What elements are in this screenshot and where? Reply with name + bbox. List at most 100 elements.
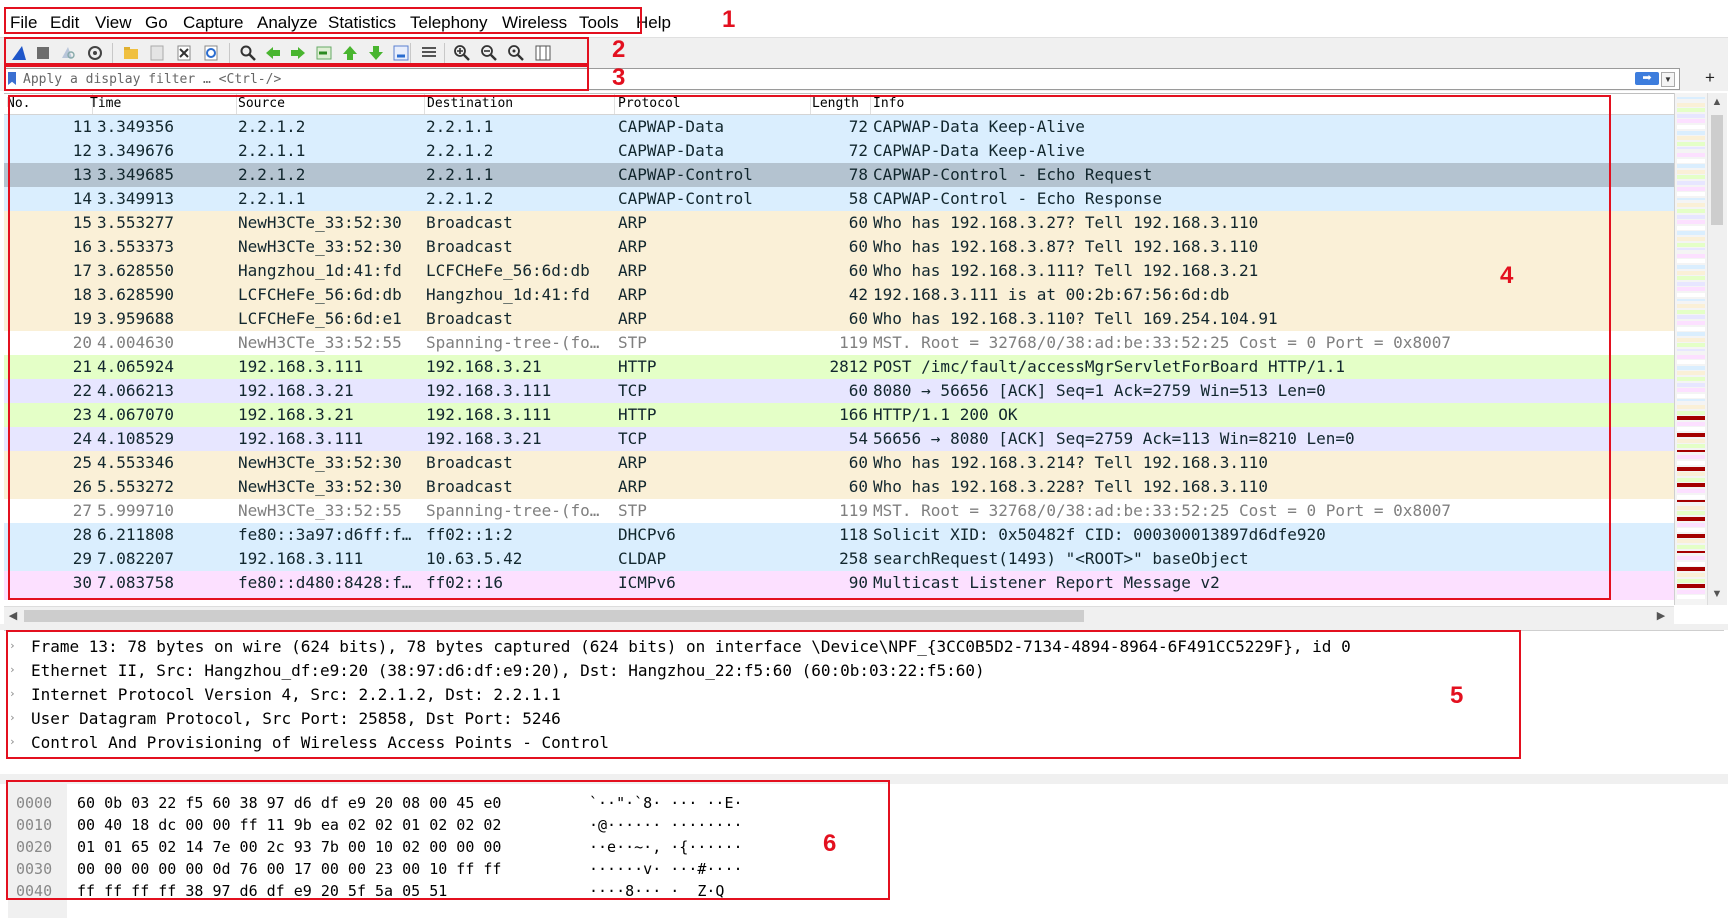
packet-minimap-scrollbar[interactable] <box>1674 93 1707 605</box>
packet-list-vertical-scrollbar[interactable]: ▲ ▼ <box>1707 93 1727 605</box>
table-row[interactable]: 14 3.349913 2.2.1.1 2.2.1.2 CAPWAP-Control 58… <box>4 187 1674 211</box>
table-row[interactable]: 18 3.628590 LCFCHeFe_56:6d:db Hangzhou_1d:4… <box>4 283 1674 307</box>
table-row[interactable]: 28 6.211808 fe80::3a97:d6ff:f… ff02::1:2 DHC… <box>4 523 1674 547</box>
detail-tree-item[interactable]: › User Datagram Protocol, Src Port: 25858… <box>4 707 1704 731</box>
packet-list-horizontal-scrollbar[interactable]: ◀ ▶ <box>4 606 1674 625</box>
table-row[interactable]: 30 7.083758 fe80::d480:8428:f… ff02::16 ICMP… <box>4 571 1674 595</box>
table-row[interactable]: 26 5.553272 NewH3CTe_33:52:30 Broadcast ARP 6… <box>4 475 1674 499</box>
menu-statistics[interactable]: Statistics <box>328 13 396 33</box>
column-header-info[interactable]: Info <box>873 96 904 111</box>
zoom-out-icon[interactable] <box>478 42 500 64</box>
hex-row[interactable]: 0040 ff ff ff ff 38 97 d6 df e9 20 5f 5a … <box>8 880 908 902</box>
open-folder-icon[interactable] <box>120 42 142 64</box>
vertical-scroll-thumb[interactable] <box>1711 115 1723 225</box>
table-row[interactable]: 11 3.349356 2.2.1.2 2.2.1.1 CAPWAP-Data 72 CAP… <box>4 115 1674 139</box>
column-header-protocol[interactable]: Protocol <box>618 96 681 111</box>
autoscroll-icon[interactable] <box>390 42 412 64</box>
hex-row[interactable]: 0010 00 40 18 dc 00 00 ff 11 9b ea 02 02 … <box>8 814 908 836</box>
column-header-destination[interactable]: Destination <box>427 96 513 111</box>
go-to-packet-icon[interactable] <box>313 42 335 64</box>
first-packet-icon[interactable] <box>339 42 361 64</box>
expand-arrow-icon[interactable]: › <box>9 712 17 724</box>
hex-row[interactable]: 0030 00 00 00 00 00 0d 76 00 17 00 00 23 … <box>8 858 908 880</box>
resize-columns-icon[interactable] <box>532 42 554 64</box>
scroll-left-icon[interactable]: ◀ <box>6 609 20 623</box>
restart-icon[interactable] <box>57 42 79 64</box>
apply-filter-arrow-icon[interactable]: ➡ <box>1635 72 1659 85</box>
pane-splitter[interactable] <box>0 774 1728 784</box>
filter-history-dropdown-icon[interactable]: ▼ <box>1661 72 1675 87</box>
menu-tools[interactable]: Tools <box>579 13 619 33</box>
packet-cell-src: Hangzhou_1d:41:fd <box>238 261 402 280</box>
bookmark-icon[interactable] <box>8 72 16 85</box>
table-row[interactable]: 29 7.082207 192.168.3.111 10.63.5.42 CLDAP 25… <box>4 547 1674 571</box>
minimap-stripe <box>1677 276 1705 281</box>
expand-arrow-icon[interactable]: › <box>9 640 17 652</box>
packet-cell-proto: ARP <box>618 237 647 256</box>
column-header-length[interactable]: Length <box>812 96 859 111</box>
column-header-time[interactable]: Time <box>90 96 121 111</box>
expand-arrow-icon[interactable]: › <box>9 688 17 700</box>
table-row[interactable]: 22 4.066213 192.168.3.21 192.168.3.111 TCP 60… <box>4 379 1674 403</box>
add-filter-button[interactable]: + <box>1700 67 1720 91</box>
table-row[interactable]: 21 4.065924 192.168.3.111 192.168.3.21 HTTP 2… <box>4 355 1674 379</box>
column-header-source[interactable]: Source <box>238 96 285 111</box>
packet-cell-time: 5.553272 <box>97 477 175 496</box>
detail-tree-item[interactable]: › Internet Protocol Version 4, Src: 2.2.1… <box>4 683 1704 707</box>
table-row[interactable]: 16 3.553373 NewH3CTe_33:52:30 Broadcast ARP 6… <box>4 235 1674 259</box>
table-row[interactable]: 17 3.628550 Hangzhou_1d:41:fd LCFCHeFe_56:6… <box>4 259 1674 283</box>
minimap-stripe <box>1677 158 1705 163</box>
table-row[interactable]: 20 4.004630 NewH3CTe_33:52:55 Spanning-tree… <box>4 331 1674 355</box>
menu-analyze[interactable]: Analyze <box>257 13 317 33</box>
go-back-icon[interactable] <box>262 42 284 64</box>
menu-go[interactable]: Go <box>145 13 168 33</box>
menu-file[interactable]: File <box>10 13 37 33</box>
horizontal-scroll-thumb[interactable] <box>24 610 1084 622</box>
packet-cell-len: 60 <box>848 309 868 328</box>
column-header-no[interactable]: No. <box>7 96 30 111</box>
save-file-icon[interactable] <box>146 42 168 64</box>
table-row[interactable]: 24 4.108529 192.168.3.111 192.168.3.21 TCP 54… <box>4 427 1674 451</box>
hex-row[interactable]: 0020 01 01 65 02 14 7e 00 2c 93 7b 00 10 … <box>8 836 908 858</box>
menu-wireless[interactable]: Wireless <box>502 13 567 33</box>
detail-tree-item[interactable]: › Control And Provisioning of Wireless Ac… <box>4 731 1704 755</box>
last-packet-icon[interactable] <box>365 42 387 64</box>
table-row[interactable]: 12 3.349676 2.2.1.1 2.2.1.2 CAPWAP-Data 72 CAP… <box>4 139 1674 163</box>
table-row[interactable]: 27 5.999710 NewH3CTe_33:52:55 Spanning-tree… <box>4 499 1674 523</box>
close-file-icon[interactable] <box>173 42 195 64</box>
table-row[interactable]: 31 7.083930192.168.3.111224.0.0.22 ICMPv35… <box>4 595 1674 600</box>
table-row[interactable]: 15 3.553277 NewH3CTe_33:52:30 Broadcast ARP 6… <box>4 211 1674 235</box>
table-row[interactable]: 23 4.067070 192.168.3.21 192.168.3.111 HTTP 1… <box>4 403 1674 427</box>
menu-capture[interactable]: Capture <box>183 13 243 33</box>
detail-tree-item[interactable]: › Frame 13: 78 bytes on wire (624 bits), … <box>4 635 1704 659</box>
packet-cell-time: 4.553346 <box>97 453 175 472</box>
stop-icon[interactable] <box>32 42 54 64</box>
column-divider <box>614 94 615 114</box>
scroll-up-icon[interactable]: ▲ <box>1711 95 1723 109</box>
go-forward-icon[interactable] <box>287 42 309 64</box>
table-row[interactable]: 25 4.553346 NewH3CTe_33:52:30 Broadcast ARP 6… <box>4 451 1674 475</box>
table-row[interactable]: 13 3.349685 2.2.1.2 2.2.1.1 CAPWAP-Control 78… <box>4 163 1674 187</box>
packet-cell-info: Who has 192.168.3.110? Tell 169.254.104.… <box>873 309 1278 328</box>
packet-cell-src: 192.168.3.111 <box>238 357 364 376</box>
gear-options-icon[interactable] <box>84 42 106 64</box>
expand-arrow-icon[interactable]: › <box>9 736 17 748</box>
scroll-right-icon[interactable]: ▶ <box>1654 609 1668 623</box>
zoom-in-icon[interactable] <box>451 42 473 64</box>
menu-view[interactable]: View <box>95 13 132 33</box>
shark-fin-start-icon[interactable] <box>8 42 30 64</box>
menu-telephony[interactable]: Telephony <box>410 13 488 33</box>
reload-icon[interactable] <box>200 42 222 64</box>
menu-help[interactable]: Help <box>636 13 671 33</box>
menu-edit[interactable]: Edit <box>50 13 79 33</box>
detail-tree-item[interactable]: › Ethernet II, Src: Hangzhou_df:e9:20 (38… <box>4 659 1704 683</box>
scroll-down-icon[interactable]: ▼ <box>1711 587 1723 601</box>
hex-row[interactable]: 0000 60 0b 03 22 f5 60 38 97 d6 df e9 20 … <box>8 792 908 814</box>
expand-arrow-icon[interactable]: › <box>9 664 17 676</box>
zoom-normal-icon[interactable] <box>505 42 527 64</box>
table-row[interactable]: 19 3.959688 LCFCHeFe_56:6d:e1 Broadcast ARP 6… <box>4 307 1674 331</box>
display-filter-input[interactable] <box>23 69 1423 89</box>
colorize-icon[interactable] <box>418 42 440 64</box>
packet-cell-src: 2.2.1.1 <box>238 189 306 208</box>
find-magnifier-icon[interactable] <box>237 42 259 64</box>
